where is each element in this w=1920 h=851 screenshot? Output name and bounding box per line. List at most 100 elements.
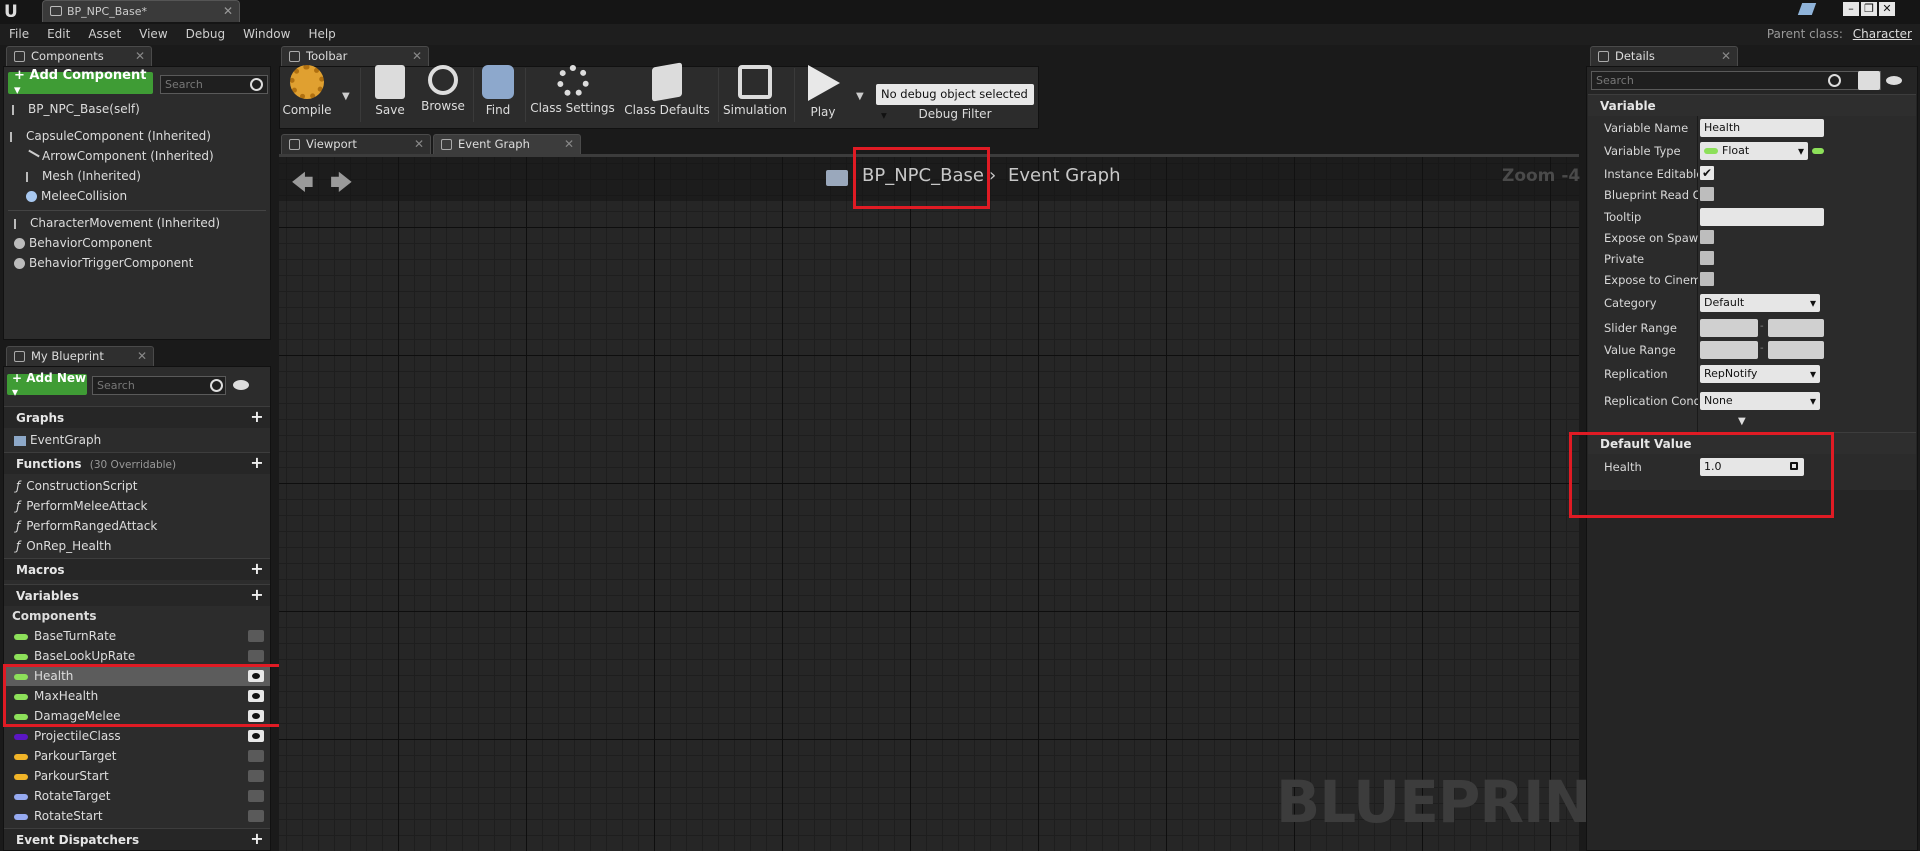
blueprint-watermark: BLUEPRINT xyxy=(1276,768,1631,836)
close-icon[interactable]: ✕ xyxy=(223,4,233,18)
event-graph-canvas[interactable] xyxy=(279,157,1579,851)
expose-spawn-checkbox[interactable] xyxy=(1700,230,1714,244)
tab-event-graph[interactable]: Event Graph ✕ xyxy=(433,134,581,154)
minimize-icon[interactable]: – xyxy=(1843,2,1859,16)
compile-button[interactable]: Compile xyxy=(281,63,333,125)
variable-category[interactable]: Components xyxy=(12,606,97,626)
class-defaults-button[interactable]: Class Defaults xyxy=(623,62,711,125)
add-macro-icon[interactable]: + xyxy=(250,561,264,577)
visibility-eye-icon[interactable] xyxy=(248,630,264,642)
component-item[interactable]: Mesh (Inherited) xyxy=(26,166,141,186)
variable-name-input[interactable]: Health xyxy=(1700,119,1824,137)
close-icon[interactable]: ✕ xyxy=(137,347,147,366)
event-dispatchers-section[interactable]: Event Dispatchers + xyxy=(4,828,270,850)
variable-item[interactable]: RotateStart xyxy=(4,806,270,826)
slider-range-max-input[interactable] xyxy=(1768,319,1824,337)
component-item[interactable]: BehaviorComponent xyxy=(14,233,152,253)
component-item[interactable]: ArrowComponent (Inherited) xyxy=(24,146,214,166)
add-graph-icon[interactable]: + xyxy=(250,409,264,425)
menu-asset[interactable]: Asset xyxy=(79,24,130,45)
close-icon[interactable]: ✕ xyxy=(414,135,424,154)
add-component-button[interactable]: + Add Component ▾ xyxy=(8,68,153,98)
replication-select[interactable]: RepNotify xyxy=(1700,365,1820,383)
variable-type-select[interactable]: Float xyxy=(1700,142,1808,160)
bp-readonly-checkbox[interactable] xyxy=(1700,187,1714,201)
category-select[interactable]: Default xyxy=(1700,294,1820,312)
forward-arrow-icon[interactable]: 🡆 xyxy=(330,166,353,204)
browse-button[interactable]: Browse xyxy=(418,63,468,125)
chevron-down-icon[interactable]: ▼ xyxy=(342,91,350,102)
variable-item[interactable]: ParkourStart xyxy=(4,766,270,786)
visibility-eye-icon[interactable] xyxy=(248,790,264,802)
graph-item[interactable]: EventGraph xyxy=(14,430,101,450)
macros-section[interactable]: Macros + xyxy=(4,558,270,580)
variables-section[interactable]: Variables + xyxy=(4,584,270,606)
list-view-icon[interactable] xyxy=(1858,71,1880,90)
close-icon[interactable]: ✕ xyxy=(1721,47,1731,66)
instance-editable-checkbox[interactable]: ✔ xyxy=(1700,166,1714,180)
variable-item[interactable]: BaseTurnRate xyxy=(4,626,270,646)
replication-condition-select[interactable]: None xyxy=(1700,392,1820,410)
visibility-eye-icon[interactable] xyxy=(248,750,264,762)
blueprint-search-input[interactable]: Search xyxy=(92,376,226,395)
component-item[interactable]: MeleeCollision xyxy=(26,186,127,206)
add-variable-icon[interactable]: + xyxy=(250,587,264,603)
function-item[interactable]: ƒ PerformRangedAttack xyxy=(16,516,157,536)
visibility-eye-icon[interactable] xyxy=(248,770,264,782)
tab-my-blueprint[interactable]: My Blueprint ✕ xyxy=(6,346,154,366)
class-settings-button[interactable]: Class Settings xyxy=(530,63,615,125)
expose-cinematics-checkbox[interactable] xyxy=(1700,272,1714,286)
close-window-icon[interactable]: ✕ xyxy=(1879,2,1895,16)
component-item[interactable]: BehaviorTriggerComponent xyxy=(14,253,193,273)
variable-section[interactable]: Variable xyxy=(1588,94,1916,116)
debug-object-select[interactable]: No debug object selected ▾ xyxy=(876,84,1034,122)
menu-edit[interactable]: Edit xyxy=(38,24,79,45)
expand-advanced-icon[interactable]: ▼ xyxy=(1738,416,1746,427)
tab-details[interactable]: Details ✕ xyxy=(1590,46,1738,66)
graphs-section[interactable]: Graphs + xyxy=(4,406,270,428)
component-root[interactable]: BP_NPC_Base(self) xyxy=(12,99,140,119)
private-checkbox[interactable] xyxy=(1700,251,1714,265)
function-item[interactable]: ƒ ConstructionScript xyxy=(16,476,137,496)
close-icon[interactable]: ✕ xyxy=(135,47,145,66)
menu-help[interactable]: Help xyxy=(299,24,344,45)
tab-viewport[interactable]: Viewport ✕ xyxy=(281,134,431,154)
functions-section[interactable]: Functions (30 Overridable) + xyxy=(4,452,270,474)
add-new-button[interactable]: + Add New ▾ xyxy=(7,371,87,399)
close-icon[interactable]: ✕ xyxy=(564,135,574,154)
menu-file[interactable]: File xyxy=(0,24,38,45)
save-button[interactable]: Save xyxy=(366,63,414,125)
variable-item[interactable]: ParkourTarget xyxy=(4,746,270,766)
visibility-eye-icon[interactable] xyxy=(248,650,264,662)
menu-window[interactable]: Window xyxy=(234,24,299,45)
play-button[interactable]: Play xyxy=(798,63,848,125)
eye-icon[interactable] xyxy=(1886,76,1902,85)
menu-view[interactable]: View xyxy=(130,24,176,45)
value-range-min-input[interactable] xyxy=(1700,341,1758,359)
slider-range-min-input[interactable] xyxy=(1700,319,1758,337)
tooltip-input[interactable] xyxy=(1700,208,1824,226)
visibility-eye-icon[interactable] xyxy=(248,730,264,742)
variable-item[interactable]: ProjectileClass xyxy=(4,726,270,746)
find-button[interactable]: Find xyxy=(478,63,518,125)
eye-icon[interactable] xyxy=(233,380,249,390)
add-function-icon[interactable]: + xyxy=(250,455,264,471)
container-type-icon[interactable] xyxy=(1812,148,1824,154)
variable-item[interactable]: BaseLookUpRate xyxy=(4,646,270,666)
variable-item[interactable]: RotateTarget xyxy=(4,786,270,806)
simulation-button[interactable]: Simulation xyxy=(722,63,788,125)
menu-debug[interactable]: Debug xyxy=(177,24,234,45)
tab-components[interactable]: Components ✕ xyxy=(6,46,152,66)
chevron-down-icon[interactable]: ▼ xyxy=(856,91,864,102)
function-item[interactable]: ƒ OnRep_Health xyxy=(16,536,112,556)
visibility-eye-icon[interactable] xyxy=(248,810,264,822)
maximize-icon[interactable]: ❐ xyxy=(1861,2,1877,16)
component-item[interactable]: CapsuleComponent (Inherited) xyxy=(10,126,211,146)
function-item[interactable]: ƒ PerformMeleeAttack xyxy=(16,496,147,516)
parent-class-link[interactable]: Character xyxy=(1853,27,1912,41)
value-range-max-input[interactable] xyxy=(1768,341,1824,359)
add-dispatcher-icon[interactable]: + xyxy=(250,831,264,847)
document-tab[interactable]: BP_NPC_Base* ✕ xyxy=(42,0,240,22)
component-item[interactable]: CharacterMovement (Inherited) xyxy=(14,213,220,233)
back-arrow-icon[interactable]: 🡄 xyxy=(291,166,314,204)
